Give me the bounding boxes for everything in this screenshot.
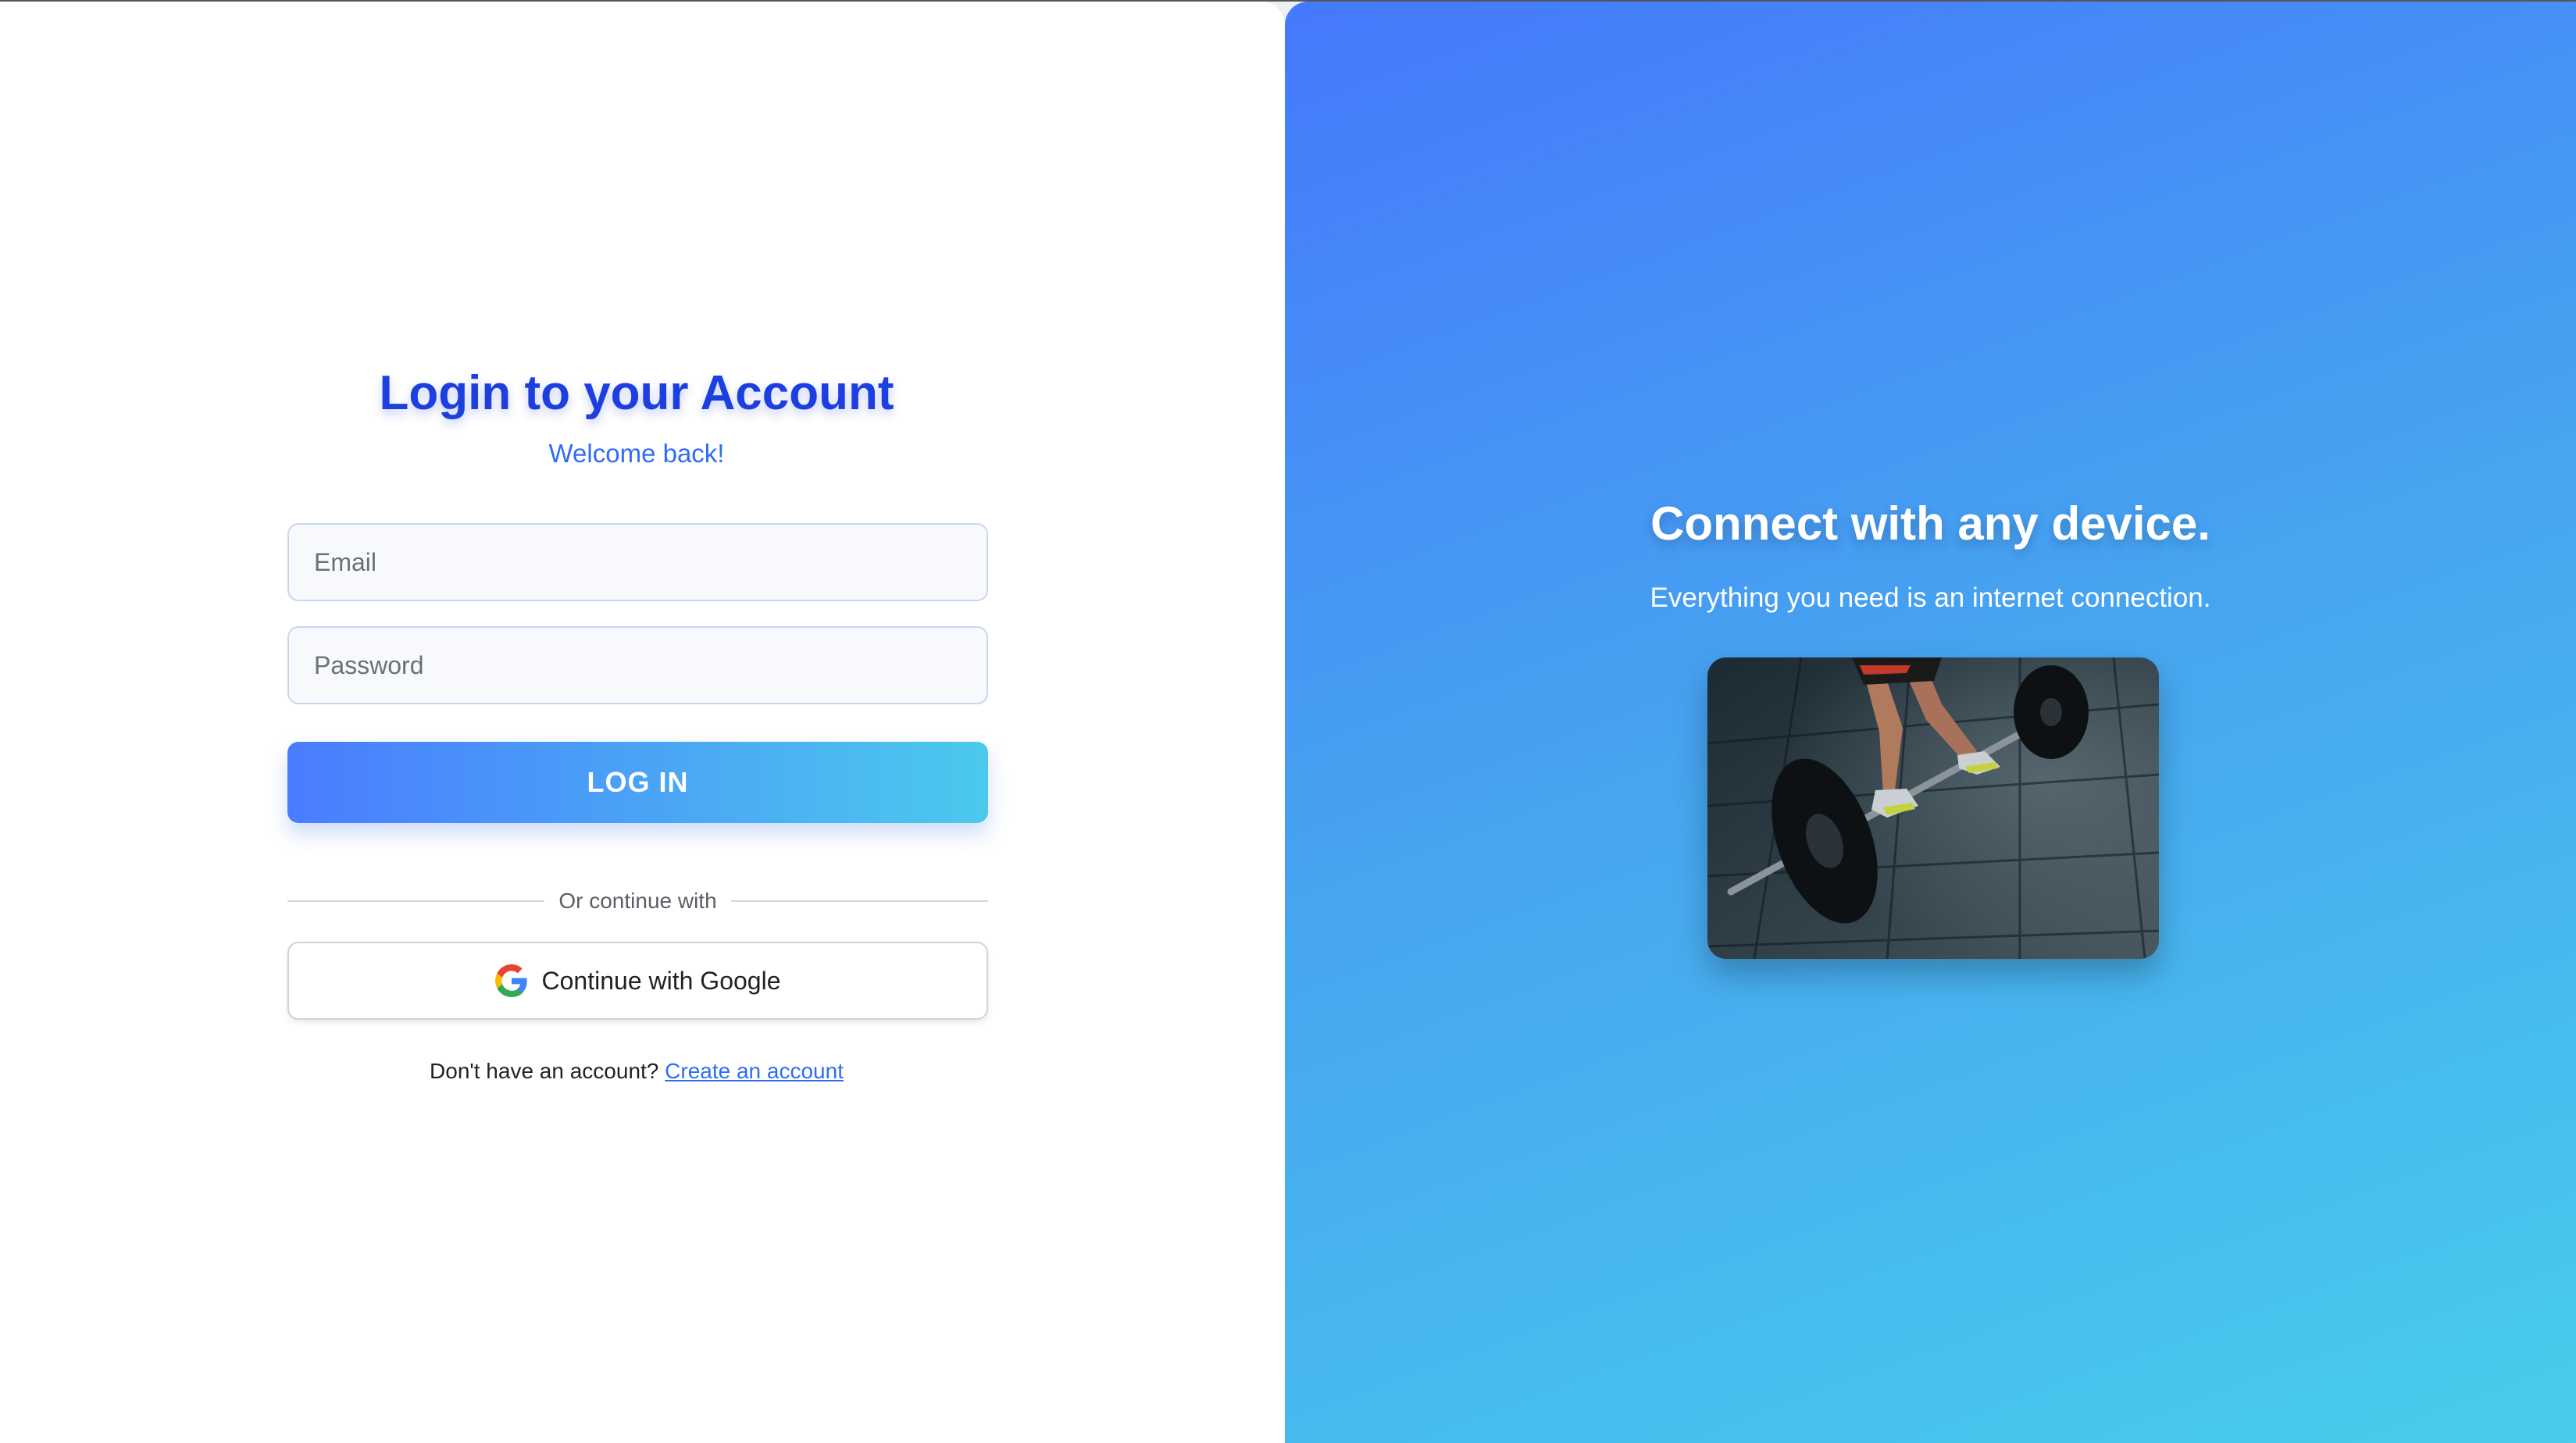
divider-text: Or continue with <box>558 889 717 913</box>
page-title: Login to your Account <box>379 366 894 420</box>
divider: Or continue with <box>287 885 989 917</box>
login-button[interactable]: LOG IN <box>287 742 988 823</box>
signup-prompt: Don't have an account? <box>430 1059 659 1083</box>
google-signin-button[interactable]: Continue with Google <box>287 942 988 1020</box>
divider-line-right <box>730 900 989 902</box>
divider-line-left <box>287 900 545 902</box>
signup-row: Don't have an account? Create an account <box>0 1059 1273 1084</box>
create-account-link[interactable]: Create an account <box>665 1059 844 1083</box>
login-panel: Login to your Account Welcome back! LOG … <box>0 2 1285 1443</box>
promo-panel: Connect with any device. Everything you … <box>1285 2 2576 1443</box>
email-field[interactable] <box>287 523 988 601</box>
promo-title: Connect with any device. <box>1650 497 2210 550</box>
google-button-label: Continue with Google <box>541 966 781 995</box>
promo-subtitle: Everything you need is an internet conne… <box>1650 583 2211 613</box>
page: Login to your Account Welcome back! LOG … <box>0 0 2576 1443</box>
google-icon <box>494 964 528 997</box>
barbell-photo <box>1707 657 2159 959</box>
welcome-subtitle: Welcome back! <box>548 439 725 468</box>
password-field[interactable] <box>287 626 988 704</box>
